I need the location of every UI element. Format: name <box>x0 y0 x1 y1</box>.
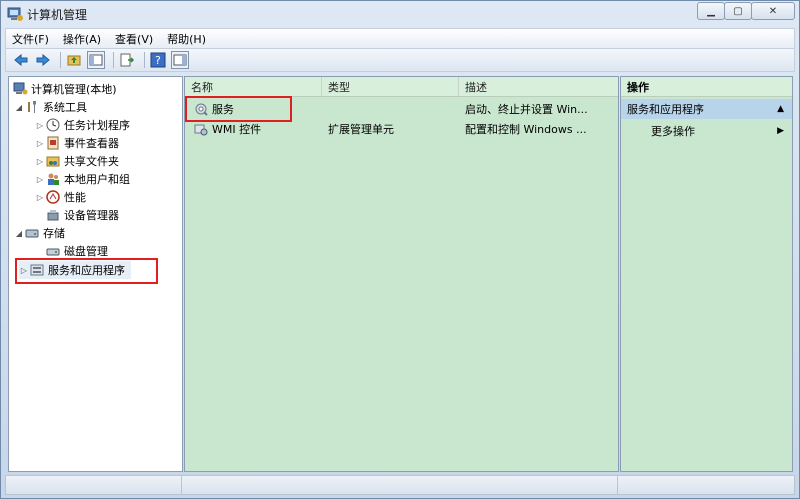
tree-item-shared-folders[interactable]: ▷ 共享文件夹 <box>35 152 119 170</box>
more-actions-label: 更多操作 <box>651 125 695 138</box>
tree-label: 磁盘管理 <box>64 245 108 258</box>
show-hide-tree-button[interactable] <box>87 51 105 69</box>
tree-label: 本地用户和组 <box>64 173 130 186</box>
actions-pane: 操作 服务和应用程序 ▲ 更多操作 ▶ <box>620 76 793 472</box>
up-level-button[interactable] <box>65 51 83 69</box>
collapse-arrow-icon[interactable]: ◢ <box>14 103 24 112</box>
tree-label: 存储 <box>43 227 65 240</box>
expand-arrow-icon[interactable]: ▷ <box>35 175 45 184</box>
tree-label: 计算机管理(本地) <box>31 83 117 96</box>
export-list-button[interactable] <box>118 51 136 69</box>
column-header-name[interactable]: 名称 <box>185 77 322 97</box>
tree-label: 性能 <box>64 191 86 204</box>
highlight-services-apps <box>15 258 158 284</box>
title-bar: 计算机管理 ▁ ▢ ✕ <box>1 1 799 27</box>
console-tree-icon <box>89 54 103 66</box>
list-pane: 名称 类型 描述 服务 启动、终止并设置 Win... WMI 控件 扩展管理单… <box>184 76 619 472</box>
status-segment <box>618 476 794 494</box>
tree-item-storage[interactable]: ◢ 存储 <box>14 224 65 242</box>
column-header-type[interactable]: 类型 <box>322 77 459 97</box>
expand-arrow-icon[interactable]: ▷ <box>35 121 45 130</box>
maximize-icon: ▢ <box>733 5 743 17</box>
tools-icon <box>24 99 40 115</box>
tree-label: 系统工具 <box>43 101 87 114</box>
menu-file[interactable]: 文件(F) <box>12 31 49 47</box>
toolbar-separator <box>113 52 114 68</box>
toolbar-separator <box>144 52 145 68</box>
column-header-description[interactable]: 描述 <box>459 77 618 97</box>
list-item-description: 配置和控制 Windows ... <box>465 123 587 136</box>
tree-item-task-scheduler[interactable]: ▷ 任务计划程序 <box>35 116 130 134</box>
help-icon: ? <box>150 52 166 68</box>
actions-section-label: 服务和应用程序 <box>627 103 704 116</box>
expand-arrow-icon[interactable]: ▷ <box>35 139 45 148</box>
minimize-icon: ▁ <box>707 5 715 17</box>
window: 计算机管理 ▁ ▢ ✕ 文件(F) 操作(A) 查看(V) 帮助(H) ? 计算… <box>0 0 800 499</box>
list-item-description: 启动、终止并设置 Win... <box>465 103 588 116</box>
menu-help[interactable]: 帮助(H) <box>167 31 206 47</box>
list-item-type: 扩展管理单元 <box>328 123 394 136</box>
tree-label: 设备管理器 <box>64 209 119 222</box>
show-hide-action-pane-button[interactable] <box>171 51 189 69</box>
list-item-wmi[interactable]: WMI 控件 <box>187 120 320 138</box>
close-button[interactable]: ✕ <box>751 2 795 20</box>
tree-item-system-tools[interactable]: ◢ 系统工具 <box>14 98 87 116</box>
collapse-up-icon[interactable]: ▲ <box>777 104 784 114</box>
back-arrow-icon <box>14 53 28 67</box>
toolbar: ? <box>5 48 795 72</box>
disk-icon <box>45 243 61 259</box>
close-icon: ✕ <box>768 5 778 17</box>
computer-management-icon <box>7 6 23 22</box>
help-button[interactable]: ? <box>149 51 167 69</box>
export-icon <box>120 53 135 67</box>
device-manager-icon <box>45 207 61 223</box>
computer-icon <box>12 81 28 97</box>
menu-bar: 文件(F) 操作(A) 查看(V) 帮助(H) <box>5 28 795 48</box>
expand-arrow-icon[interactable]: ▷ <box>35 193 45 202</box>
forward-arrow-icon <box>36 53 50 67</box>
event-log-icon <box>45 135 61 151</box>
collapse-arrow-icon[interactable]: ◢ <box>14 229 24 238</box>
status-segment <box>6 476 182 494</box>
storage-icon <box>24 225 40 241</box>
minimize-button[interactable]: ▁ <box>697 2 725 20</box>
shared-folder-icon <box>45 153 61 169</box>
tree-label: 事件查看器 <box>64 137 119 150</box>
folder-up-icon <box>67 55 81 66</box>
wmi-icon <box>193 121 209 137</box>
status-bar <box>5 475 795 495</box>
list-item-type <box>322 100 459 118</box>
forward-button[interactable] <box>34 51 52 69</box>
performance-icon <box>45 189 61 205</box>
tree-item-event-viewer[interactable]: ▷ 事件查看器 <box>35 134 119 152</box>
users-icon <box>45 171 61 187</box>
window-title: 计算机管理 <box>27 8 88 22</box>
actions-section-services-apps[interactable]: 服务和应用程序 ▲ <box>621 99 792 119</box>
expand-arrow-icon[interactable]: ▷ <box>35 157 45 166</box>
tree-item-device-manager[interactable]: 设备管理器 <box>45 206 119 224</box>
svg-text:?: ? <box>155 54 161 67</box>
status-segment <box>182 476 618 494</box>
tree-label: 任务计划程序 <box>64 119 130 132</box>
tree-item-performance[interactable]: ▷ 性能 <box>35 188 86 206</box>
maximize-button[interactable]: ▢ <box>724 2 752 20</box>
action-pane-icon <box>173 54 187 66</box>
menu-action[interactable]: 操作(A) <box>63 31 101 47</box>
menu-view[interactable]: 查看(V) <box>115 31 153 47</box>
console-tree-pane: 计算机管理(本地) ◢ 系统工具 ▷ 任务计划程序 ▷ 事件查看器 ▷ 共享文件… <box>8 76 183 472</box>
actions-header: 操作 <box>621 77 792 97</box>
tree-item-root[interactable]: 计算机管理(本地) <box>12 80 117 98</box>
back-button[interactable] <box>12 51 30 69</box>
toolbar-separator <box>60 52 61 68</box>
more-actions-item[interactable]: 更多操作 ▶ <box>621 121 792 141</box>
list-item-name: WMI 控件 <box>212 123 262 136</box>
submenu-arrow-icon: ▶ <box>777 126 784 136</box>
tree-item-local-users[interactable]: ▷ 本地用户和组 <box>35 170 130 188</box>
highlight-services <box>185 96 292 122</box>
tree-label: 共享文件夹 <box>64 155 119 168</box>
clock-icon <box>45 117 61 133</box>
